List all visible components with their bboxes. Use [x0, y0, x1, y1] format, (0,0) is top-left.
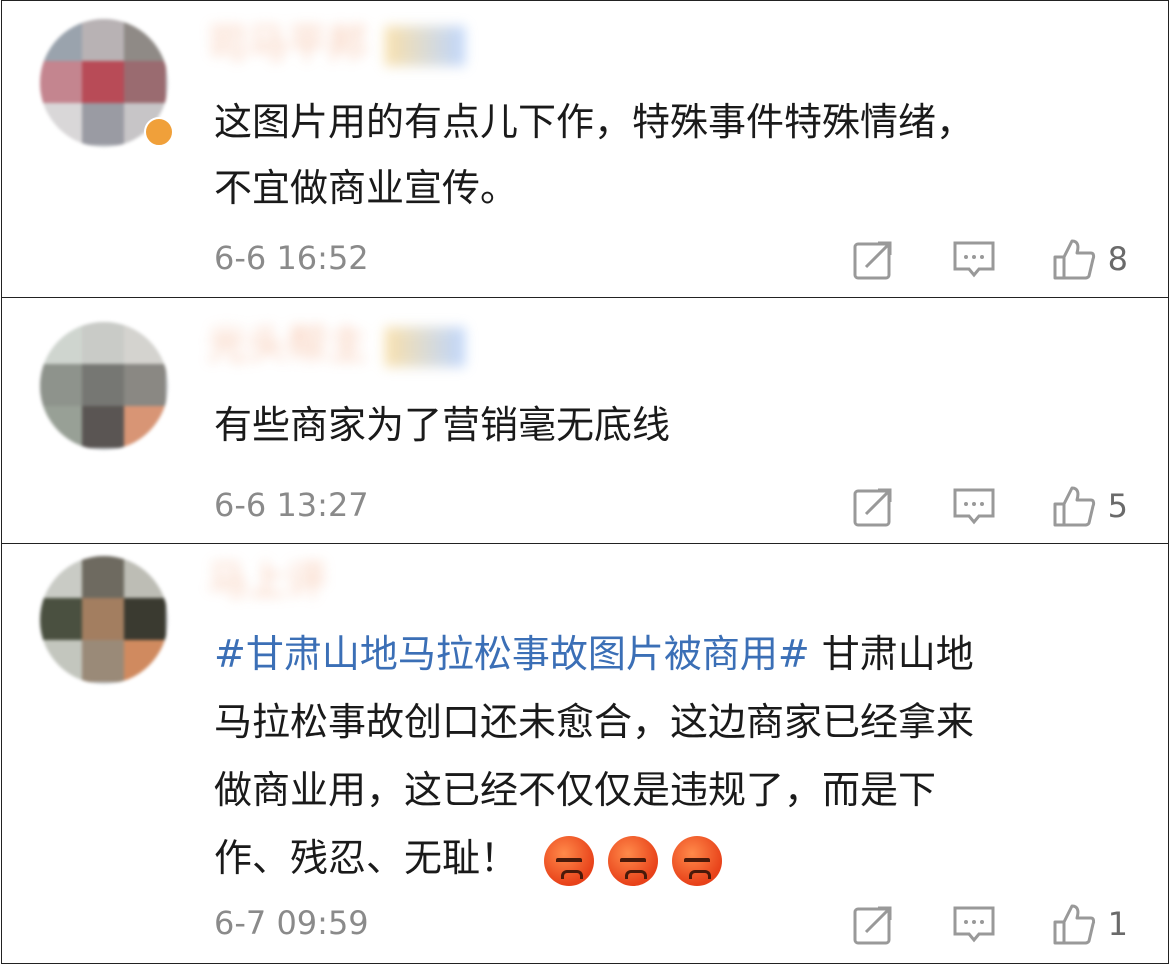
comment-card: 光头帮主 有些商家为了营销毫无底线 6-6 13:27 5: [1, 297, 1169, 544]
level-badge-icon: [385, 327, 465, 367]
topic-link[interactable]: #甘肃山地马拉松事故图片被商用#: [214, 632, 810, 676]
comment-actions: 1: [796, 902, 1128, 946]
avatar[interactable]: [40, 556, 168, 684]
comment-card: 司马平邦 这图片用的有点儿下作，特殊事件特殊情绪， 不宜做商业宣传。 6-6 1…: [1, 0, 1169, 298]
comment-icon[interactable]: [952, 484, 996, 528]
comment-text: 这图片用的有点儿下作，特殊事件特殊情绪， 不宜做商业宣传。: [214, 100, 975, 210]
comment-text: 有些商家为了营销毫无底线: [214, 403, 671, 447]
nickname-blurred[interactable]: 光头帮主: [207, 320, 465, 370]
verified-badge-icon: [144, 117, 174, 147]
comment-actions: 8: [796, 237, 1128, 281]
comment-icon[interactable]: [952, 237, 996, 281]
comment-time: 6-6 13:27: [214, 486, 369, 524]
comment-time: 6-7 09:59: [214, 904, 369, 942]
avatar[interactable]: [40, 322, 168, 450]
thumbs-up-icon[interactable]: [1052, 484, 1096, 528]
thumbs-up-icon[interactable]: [1052, 237, 1096, 281]
angry-face-icon: [608, 835, 659, 886]
share-icon[interactable]: [852, 902, 896, 946]
like-count: 8: [1107, 240, 1128, 278]
share-icon[interactable]: [852, 484, 896, 528]
comment-icon[interactable]: [952, 902, 996, 946]
thumbs-up-icon[interactable]: [1052, 902, 1096, 946]
share-icon[interactable]: [852, 237, 896, 281]
comment-actions: 5: [796, 484, 1128, 528]
comment-card: 马上评 #甘肃山地马拉松事故图片被商用# 甘肃山地 马拉松事故创口还未愈合，这边…: [1, 543, 1169, 964]
angry-face-icon: [672, 835, 723, 886]
level-badge-icon: [385, 26, 465, 66]
comment-text: #甘肃山地马拉松事故图片被商用# 甘肃山地 马拉松事故创口还未愈合，这边商家已经…: [214, 620, 1132, 892]
comment-time: 6-6 16:52: [214, 239, 369, 277]
nickname-blurred[interactable]: 马上评: [207, 556, 327, 606]
like-count: 1: [1107, 905, 1128, 943]
nickname-blurred[interactable]: 司马平邦: [207, 19, 465, 69]
like-count: 5: [1107, 487, 1128, 525]
angry-face-icon: [544, 835, 595, 886]
